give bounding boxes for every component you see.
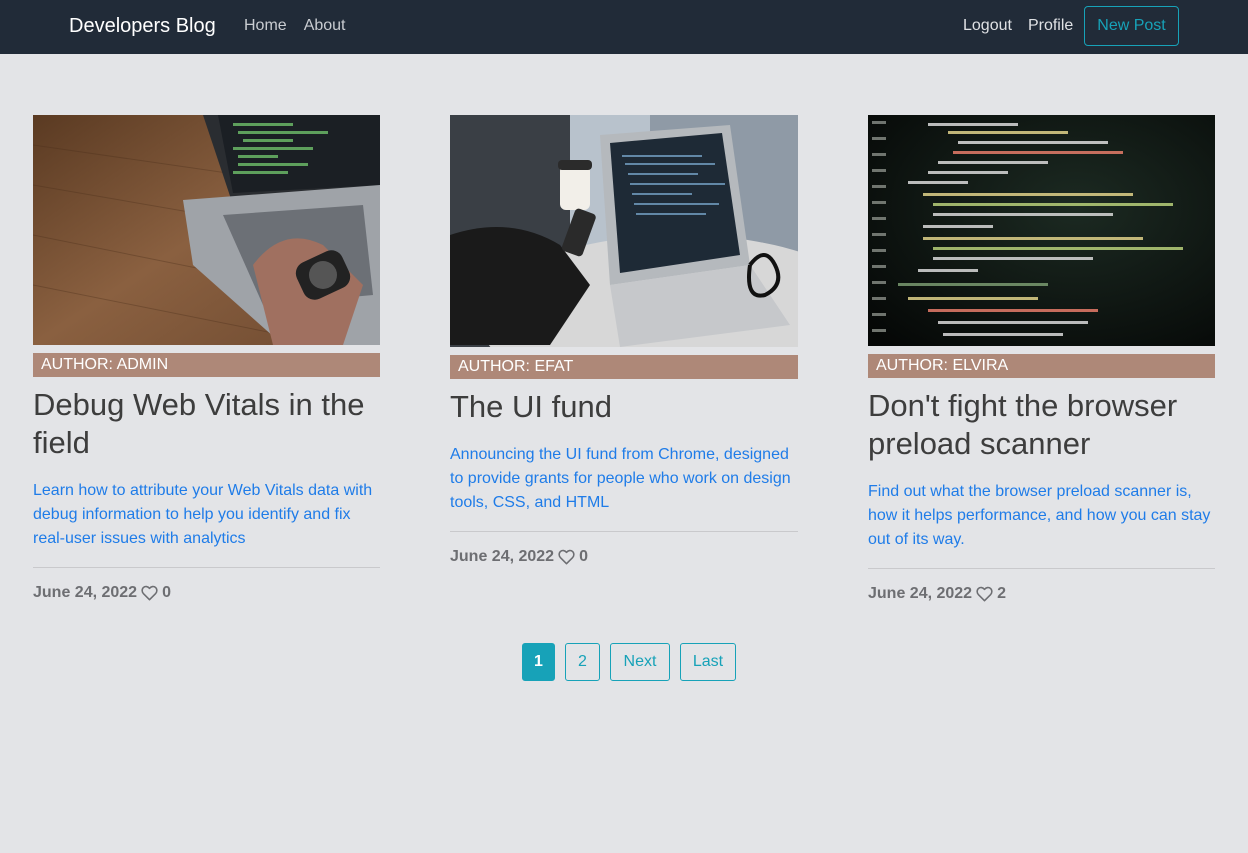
like-count: 0 bbox=[162, 584, 171, 601]
top-navbar: Developers Blog Home About Logout Profil… bbox=[0, 0, 1248, 54]
page-1-button[interactable]: 1 bbox=[522, 643, 555, 681]
post-excerpt[interactable]: Learn how to attribute your Web Vitals d… bbox=[33, 479, 380, 551]
brand-link[interactable]: Developers Blog bbox=[69, 15, 216, 38]
new-post-button[interactable]: New Post bbox=[1084, 6, 1179, 46]
post-card: AUTHOR: ELVIRA Don't fight the browser p… bbox=[868, 115, 1215, 603]
card-divider bbox=[450, 531, 798, 532]
post-meta: June 24, 2022 0 bbox=[450, 548, 798, 566]
post-author-badge: AUTHOR: ELVIRA bbox=[868, 354, 1215, 378]
nav-about-link[interactable]: About bbox=[304, 17, 346, 35]
card-divider bbox=[33, 567, 380, 568]
post-meta: June 24, 2022 2 bbox=[868, 585, 1215, 603]
nav-home-link[interactable]: Home bbox=[244, 17, 287, 35]
card-divider bbox=[868, 568, 1215, 569]
post-date: June 24, 2022 bbox=[450, 548, 555, 565]
nav-primary-links: Home About bbox=[244, 17, 346, 35]
post-title[interactable]: Don't fight the browser preload scanner bbox=[868, 387, 1215, 463]
post-image-laptop-desk[interactable] bbox=[33, 115, 380, 345]
profile-link[interactable]: Profile bbox=[1028, 17, 1073, 35]
post-author-badge: AUTHOR: ADMIN bbox=[33, 353, 380, 377]
post-author-badge: AUTHOR: EFAT bbox=[450, 355, 798, 379]
post-card: AUTHOR: EFAT The UI fund Announcing the … bbox=[450, 115, 798, 566]
heart-icon[interactable] bbox=[976, 586, 993, 602]
post-card: AUTHOR: ADMIN Debug Web Vitals in the fi… bbox=[33, 115, 380, 602]
post-meta: June 24, 2022 0 bbox=[33, 584, 380, 602]
nav-user-links: Logout Profile bbox=[963, 17, 1073, 35]
post-date: June 24, 2022 bbox=[868, 585, 973, 602]
heart-icon[interactable] bbox=[558, 549, 575, 565]
heart-icon[interactable] bbox=[141, 585, 158, 601]
post-excerpt[interactable]: Find out what the browser preload scanne… bbox=[868, 480, 1215, 552]
post-image-code-screen[interactable] bbox=[868, 115, 1215, 346]
post-date: June 24, 2022 bbox=[33, 584, 138, 601]
like-count: 2 bbox=[997, 585, 1006, 602]
like-count: 0 bbox=[579, 548, 588, 565]
page-2-button[interactable]: 2 bbox=[565, 643, 600, 681]
post-image-laptop-cafe[interactable] bbox=[450, 115, 798, 347]
last-page-button[interactable]: Last bbox=[680, 643, 736, 681]
post-title[interactable]: Debug Web Vitals in the field bbox=[33, 386, 380, 462]
post-excerpt[interactable]: Announcing the UI fund from Chrome, desi… bbox=[450, 443, 798, 515]
logout-link[interactable]: Logout bbox=[963, 17, 1012, 35]
post-title[interactable]: The UI fund bbox=[450, 388, 798, 426]
next-page-button[interactable]: Next bbox=[610, 643, 670, 681]
